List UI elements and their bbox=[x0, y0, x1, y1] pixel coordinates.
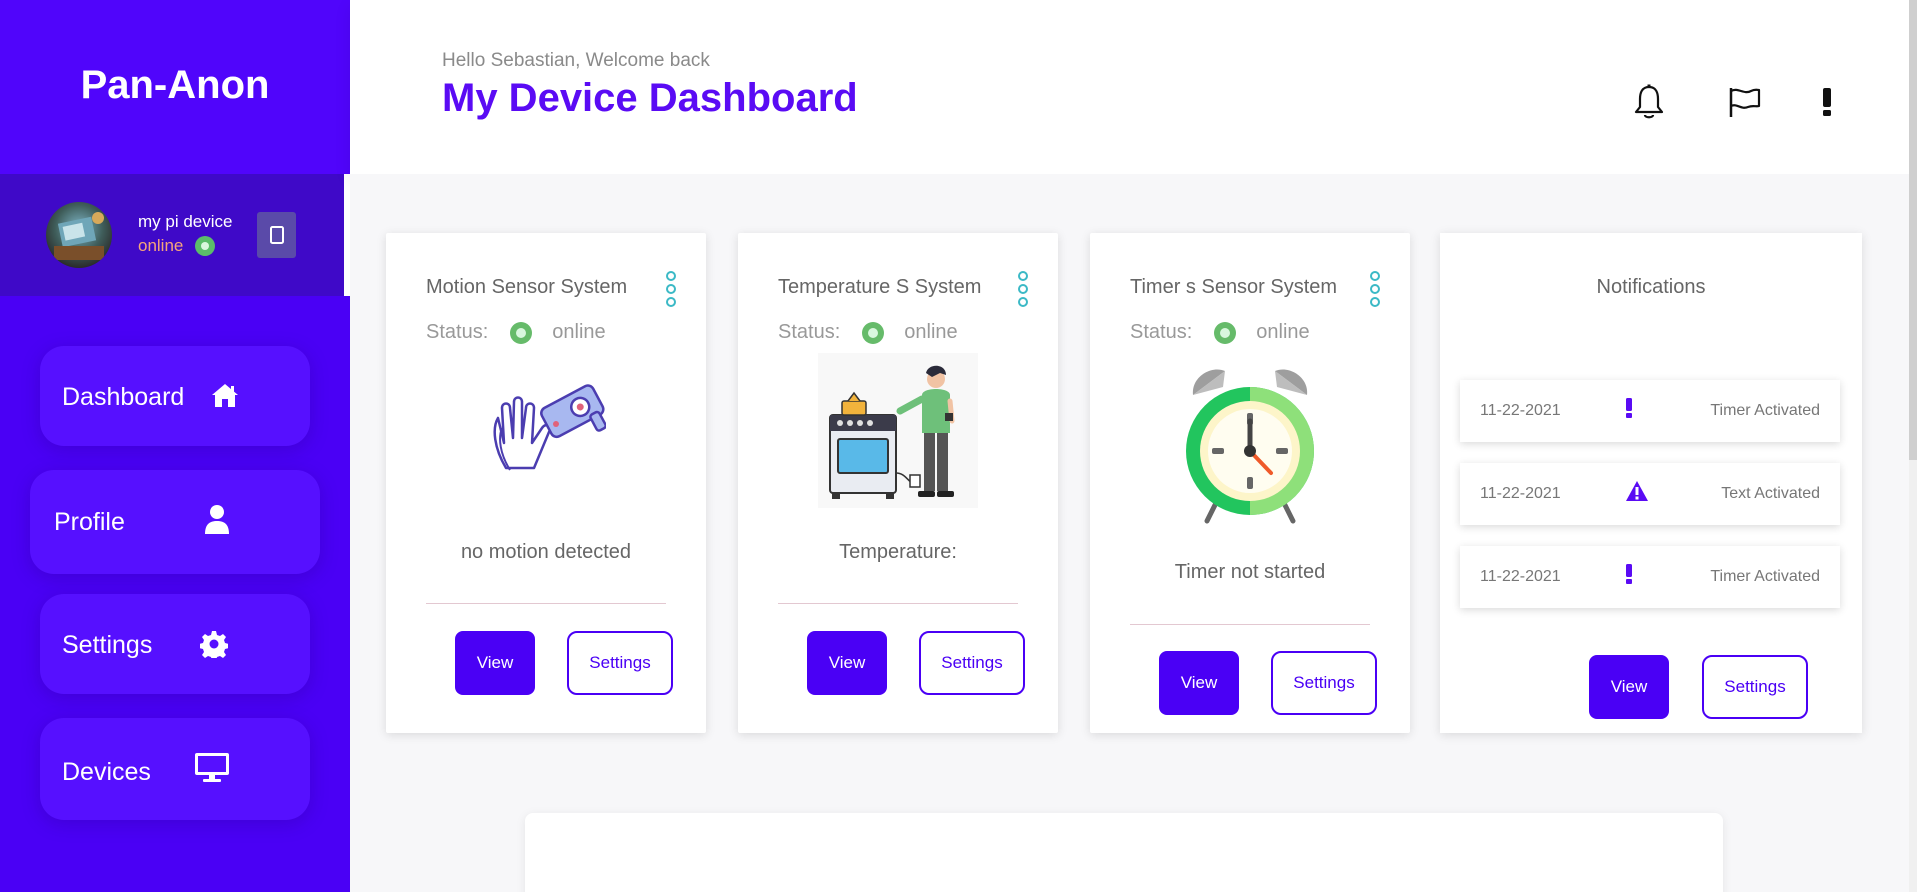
card-divider bbox=[426, 603, 666, 604]
motion-sensor-card: Motion Sensor System Status: online no m… bbox=[386, 233, 706, 733]
card-menu-icon[interactable] bbox=[664, 271, 678, 307]
temperature-illustration bbox=[818, 353, 978, 513]
notification-message: Text Activated bbox=[1721, 485, 1820, 502]
timer-sensor-card: Timer s Sensor System Status: online Tim… bbox=[1090, 233, 1410, 733]
page-header: Hello Sebastian, Welcome back My Device … bbox=[350, 0, 1917, 174]
scrollbar-thumb[interactable] bbox=[1909, 0, 1917, 460]
card-status-text: no motion detected bbox=[460, 541, 632, 563]
card-title: Temperature S System bbox=[778, 276, 982, 298]
notifications-title: Notifications bbox=[1596, 276, 1706, 298]
settings-button[interactable]: Settings bbox=[919, 631, 1025, 695]
notification-date: 11-22-2021 bbox=[1480, 568, 1561, 585]
view-button[interactable]: View bbox=[455, 631, 535, 695]
status-label: Status: bbox=[426, 321, 489, 343]
status-label: Status: bbox=[1130, 321, 1193, 343]
device-status: online bbox=[138, 236, 216, 256]
card-title: Motion Sensor System bbox=[426, 276, 628, 298]
bell-icon[interactable] bbox=[1629, 82, 1669, 122]
sidebar-item-label: Settings bbox=[62, 631, 153, 659]
notification-date: 11-22-2021 bbox=[1480, 402, 1561, 419]
sidebar-item-dashboard[interactable]: Dashboard bbox=[40, 346, 310, 446]
motion-sensor-illustration bbox=[486, 368, 607, 483]
temperature-sensor-card: Temperature S System Status: online Temp… bbox=[738, 233, 1058, 733]
sidebar-item-profile[interactable]: Profile bbox=[30, 470, 320, 574]
card-status-text: Temperature: bbox=[839, 541, 957, 563]
status-value: online bbox=[1256, 321, 1310, 343]
tablet-icon bbox=[269, 226, 284, 244]
sidebar-item-label: Profile bbox=[54, 508, 125, 536]
sidebar-item-label: Devices bbox=[62, 758, 151, 786]
exclamation-icon[interactable] bbox=[1807, 82, 1847, 122]
sidebar-item-settings[interactable]: Settings bbox=[40, 594, 310, 694]
status-row: Status: online bbox=[1130, 321, 1310, 344]
bottom-panel bbox=[525, 813, 1723, 892]
greeting-text: Hello Sebastian, Welcome back bbox=[442, 50, 710, 71]
settings-button[interactable]: Settings bbox=[567, 631, 673, 695]
status-online-icon bbox=[510, 321, 533, 344]
flag-icon[interactable] bbox=[1725, 82, 1765, 122]
sidebar: Pan-Anon my pi device online Dashboard P… bbox=[0, 0, 350, 892]
card-divider bbox=[778, 603, 1018, 604]
sidebar-item-devices[interactable]: Devices bbox=[40, 718, 310, 820]
status-value: online bbox=[904, 321, 958, 343]
notification-message: Timer Activated bbox=[1710, 568, 1820, 585]
view-button[interactable]: View bbox=[1159, 651, 1239, 715]
device-status-text: online bbox=[138, 236, 184, 255]
home-icon bbox=[210, 382, 240, 415]
gear-icon bbox=[199, 630, 229, 665]
notification-date: 11-22-2021 bbox=[1480, 485, 1561, 502]
card-menu-icon[interactable] bbox=[1368, 271, 1382, 307]
device-toggle-button[interactable] bbox=[257, 212, 296, 258]
notification-item[interactable]: 11-22-2021 Timer Activated bbox=[1460, 380, 1840, 442]
status-online-icon bbox=[1214, 321, 1237, 344]
notification-item[interactable]: 11-22-2021 Text Activated bbox=[1460, 463, 1840, 525]
settings-button[interactable]: Settings bbox=[1271, 651, 1377, 715]
brand-logo[interactable]: Pan-Anon bbox=[0, 0, 350, 174]
status-row: Status: online bbox=[778, 321, 958, 344]
notifications-card: Notifications 11-22-2021 Timer Activated… bbox=[1440, 233, 1862, 733]
view-button[interactable]: View bbox=[807, 631, 887, 695]
device-name: my pi device bbox=[138, 212, 233, 231]
card-status-text: Timer not started bbox=[1174, 561, 1326, 583]
status-online-icon bbox=[195, 236, 216, 256]
view-button[interactable]: View bbox=[1589, 655, 1669, 719]
notification-message: Timer Activated bbox=[1710, 402, 1820, 419]
warning-icon bbox=[1625, 480, 1649, 508]
card-title: Timer s Sensor System bbox=[1130, 276, 1338, 298]
exclamation-icon bbox=[1625, 563, 1633, 591]
exclamation-icon bbox=[1625, 397, 1633, 425]
card-menu-icon[interactable] bbox=[1016, 271, 1030, 307]
app-root: Pan-Anon my pi device online Dashboard P… bbox=[0, 0, 1917, 892]
user-icon bbox=[204, 504, 230, 541]
notification-item[interactable]: 11-22-2021 Timer Activated bbox=[1460, 546, 1840, 608]
sidebar-item-label: Dashboard bbox=[62, 383, 185, 411]
monitor-icon bbox=[194, 752, 230, 791]
device-card: my pi device online bbox=[0, 174, 350, 296]
page-title: My Device Dashboard bbox=[442, 76, 858, 120]
status-value: online bbox=[552, 321, 606, 343]
status-row: Status: online bbox=[426, 321, 606, 344]
status-online-icon bbox=[862, 321, 885, 344]
alarm-clock-illustration bbox=[1183, 365, 1317, 530]
status-label: Status: bbox=[778, 321, 841, 343]
device-avatar[interactable] bbox=[46, 202, 112, 268]
card-divider bbox=[1130, 624, 1370, 625]
settings-button[interactable]: Settings bbox=[1702, 655, 1808, 719]
page-scrollbar[interactable] bbox=[1909, 0, 1917, 892]
